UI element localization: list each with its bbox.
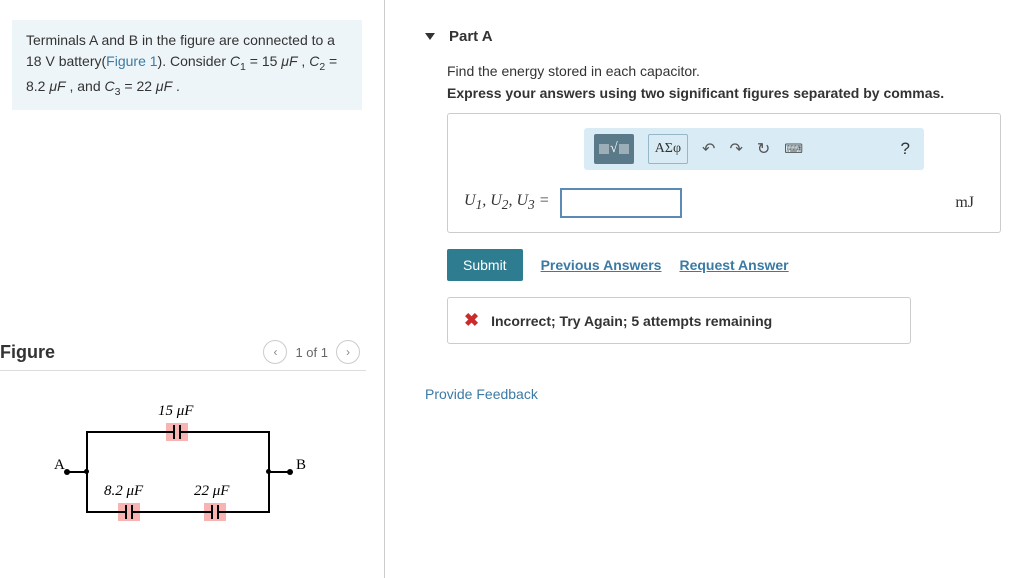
feedback-box: ✖ Incorrect; Try Again; 5 attempts remai… xyxy=(447,297,911,344)
c1-val: = 15 xyxy=(246,53,281,69)
problem-text-2: battery( xyxy=(55,53,106,69)
answer-input[interactable] xyxy=(560,188,682,218)
provide-feedback-link[interactable]: Provide Feedback xyxy=(425,386,1004,402)
sep1: , xyxy=(298,53,310,69)
answer-row: U1, U2, U3 = mJ xyxy=(464,188,984,218)
reset-button[interactable]: ↻ xyxy=(757,137,770,161)
figure-prev-button[interactable]: ‹ xyxy=(263,340,287,364)
terminal-a-label: A xyxy=(54,457,65,474)
caret-down-icon xyxy=(425,33,435,40)
part-format: Express your answers using two significa… xyxy=(447,85,1004,101)
voltage-value: 18 xyxy=(26,53,42,69)
redo-button[interactable]: ↷ xyxy=(729,137,742,161)
c2-unit: μF xyxy=(49,78,65,94)
answer-unit: mJ xyxy=(955,194,984,212)
feedback-text: Incorrect; Try Again; 5 attempts remaini… xyxy=(491,313,772,329)
c1-label: 15 μF xyxy=(158,403,193,420)
period: . xyxy=(172,78,180,94)
c3-unit: μF xyxy=(156,78,172,94)
capacitor-c1 xyxy=(166,423,188,441)
figure-title: Figure xyxy=(0,342,55,363)
incorrect-icon: ✖ xyxy=(464,310,479,331)
keyboard-button[interactable]: ⌨ xyxy=(784,137,803,161)
sep2: , and xyxy=(66,78,105,94)
templates-button[interactable]: √ xyxy=(594,134,634,164)
problem-statement: Terminals A and B in the figure are conn… xyxy=(12,20,362,110)
part-title: Part A xyxy=(449,28,493,45)
c2-sym: C xyxy=(309,53,319,69)
capacitor-c3 xyxy=(204,503,226,521)
problem-text-3: ). Consider xyxy=(158,53,230,69)
figure-header: Figure ‹ 1 of 1 › xyxy=(0,340,366,371)
math-toolbar: √ ΑΣφ ↶ ↷ ↻ ⌨ ? xyxy=(584,128,924,170)
help-button[interactable]: ? xyxy=(901,137,914,161)
right-panel: Part A Find the energy stored in each ca… xyxy=(385,0,1024,578)
previous-answers-link[interactable]: Previous Answers xyxy=(541,257,662,273)
submit-button[interactable]: Submit xyxy=(447,249,523,281)
c3-val: = 22 xyxy=(120,78,155,94)
c1-sym: C xyxy=(230,53,240,69)
c3-label: 22 μF xyxy=(194,483,229,500)
request-answer-link[interactable]: Request Answer xyxy=(679,257,788,273)
greek-button[interactable]: ΑΣφ xyxy=(648,134,688,164)
answer-box: √ ΑΣφ ↶ ↷ ↻ ⌨ ? U1, U2, U3 = mJ xyxy=(447,113,1001,233)
c3-sym: C xyxy=(105,78,115,94)
figure-nav: ‹ 1 of 1 › xyxy=(263,340,360,364)
submit-row: Submit Previous Answers Request Answer xyxy=(447,249,1004,281)
left-panel: Terminals A and B in the figure are conn… xyxy=(0,0,385,578)
part-header[interactable]: Part A xyxy=(425,24,1004,59)
node-right xyxy=(266,469,271,474)
c2-label: 8.2 μF xyxy=(104,483,143,500)
circuit-diagram: 15 μF 8.2 μF 22 μF A B xyxy=(46,399,306,529)
c1-unit: μF xyxy=(281,53,297,69)
figure-next-button[interactable]: › xyxy=(336,340,360,364)
figure-link[interactable]: Figure 1 xyxy=(106,53,157,69)
undo-button[interactable]: ↶ xyxy=(702,137,715,161)
answer-vars-label: U1, U2, U3 = xyxy=(464,192,550,213)
figure-nav-text: 1 of 1 xyxy=(295,345,328,360)
capacitor-c2 xyxy=(118,503,140,521)
terminal-b-label: B xyxy=(296,457,306,474)
problem-text-1: Terminals A and B in the figure are conn… xyxy=(26,32,335,48)
part-instruction: Find the energy stored in each capacitor… xyxy=(447,63,1004,79)
node-left xyxy=(84,469,89,474)
terminal-b-dot xyxy=(287,469,293,475)
